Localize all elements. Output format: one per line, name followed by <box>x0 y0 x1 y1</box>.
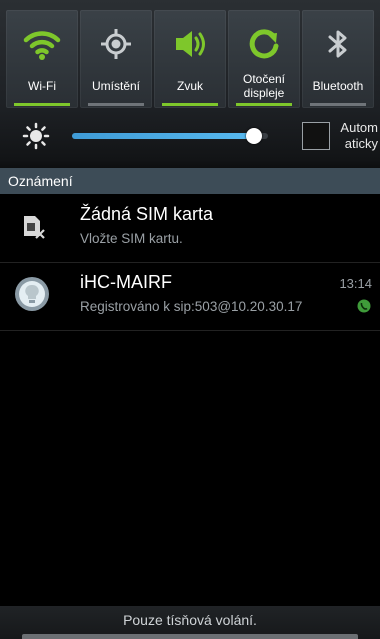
panel-drag-handle[interactable] <box>22 634 358 639</box>
wifi-icon <box>23 31 61 60</box>
brightness-slider-fill <box>72 133 255 139</box>
bluetooth-label: Bluetooth <box>312 79 364 93</box>
bluetooth-icon <box>328 30 347 58</box>
brightness-slider[interactable] <box>72 128 268 144</box>
sound-status-bar <box>162 103 218 106</box>
notification-subtitle: Registrováno k sip:503@10.20.30.17 <box>80 299 303 314</box>
bluetooth-status-bar <box>310 103 366 106</box>
brightness-icon <box>22 122 50 150</box>
volume-icon <box>176 31 205 57</box>
notification-panel: Wi-Fi Umístění Zvuk Otočení displeje Blu… <box>0 0 380 639</box>
sound-toggle[interactable]: Zvuk <box>154 10 226 108</box>
bulb-app-icon <box>15 277 49 311</box>
wifi-label: Wi-Fi <box>28 79 56 93</box>
wifi-toggle[interactable]: Wi-Fi <box>6 10 78 108</box>
bluetooth-toggle[interactable]: Bluetooth <box>302 10 374 108</box>
brightness-row: Autom aticky <box>0 116 380 164</box>
notification-subtitle: Vložte SIM kartu. <box>80 231 183 246</box>
quick-settings: Wi-Fi Umístění Zvuk Otočení displeje Blu… <box>6 10 376 108</box>
brightness-slider-knob[interactable] <box>246 128 263 144</box>
notification-title: Žádná SIM karta <box>80 204 214 224</box>
location-icon <box>101 29 131 59</box>
notification-ihc-mairf[interactable]: iHC-MAIRF Registrováno k sip:503@10.20.3… <box>0 262 380 331</box>
emergency-calls-only-text: Pouze tísňová volání. <box>123 612 257 628</box>
no-sim-icon <box>24 216 45 239</box>
auto-brightness-label: Autom aticky <box>340 120 378 151</box>
wifi-status-bar <box>14 103 70 106</box>
sip-status-icon <box>357 299 371 313</box>
location-toggle[interactable]: Umístění <box>80 10 152 108</box>
notifications-header: Oznámení <box>0 168 380 194</box>
bottom-bar: Pouze tísňová volání. <box>0 606 380 639</box>
location-status-bar <box>88 103 144 106</box>
rotate-icon <box>249 29 279 59</box>
rotation-label: Otočení displeje <box>242 72 286 100</box>
auto-brightness-checkbox[interactable] <box>302 122 330 150</box>
rotation-status-bar <box>236 103 292 106</box>
sound-label: Zvuk <box>176 79 203 93</box>
location-label: Umístění <box>91 79 140 93</box>
rotation-toggle[interactable]: Otočení displeje <box>228 10 300 108</box>
notification-title: iHC-MAIRF <box>80 272 172 292</box>
notification-time: 13:14 <box>339 276 372 291</box>
notification-no-sim[interactable]: Žádná SIM karta Vložte SIM kartu. <box>0 194 380 263</box>
